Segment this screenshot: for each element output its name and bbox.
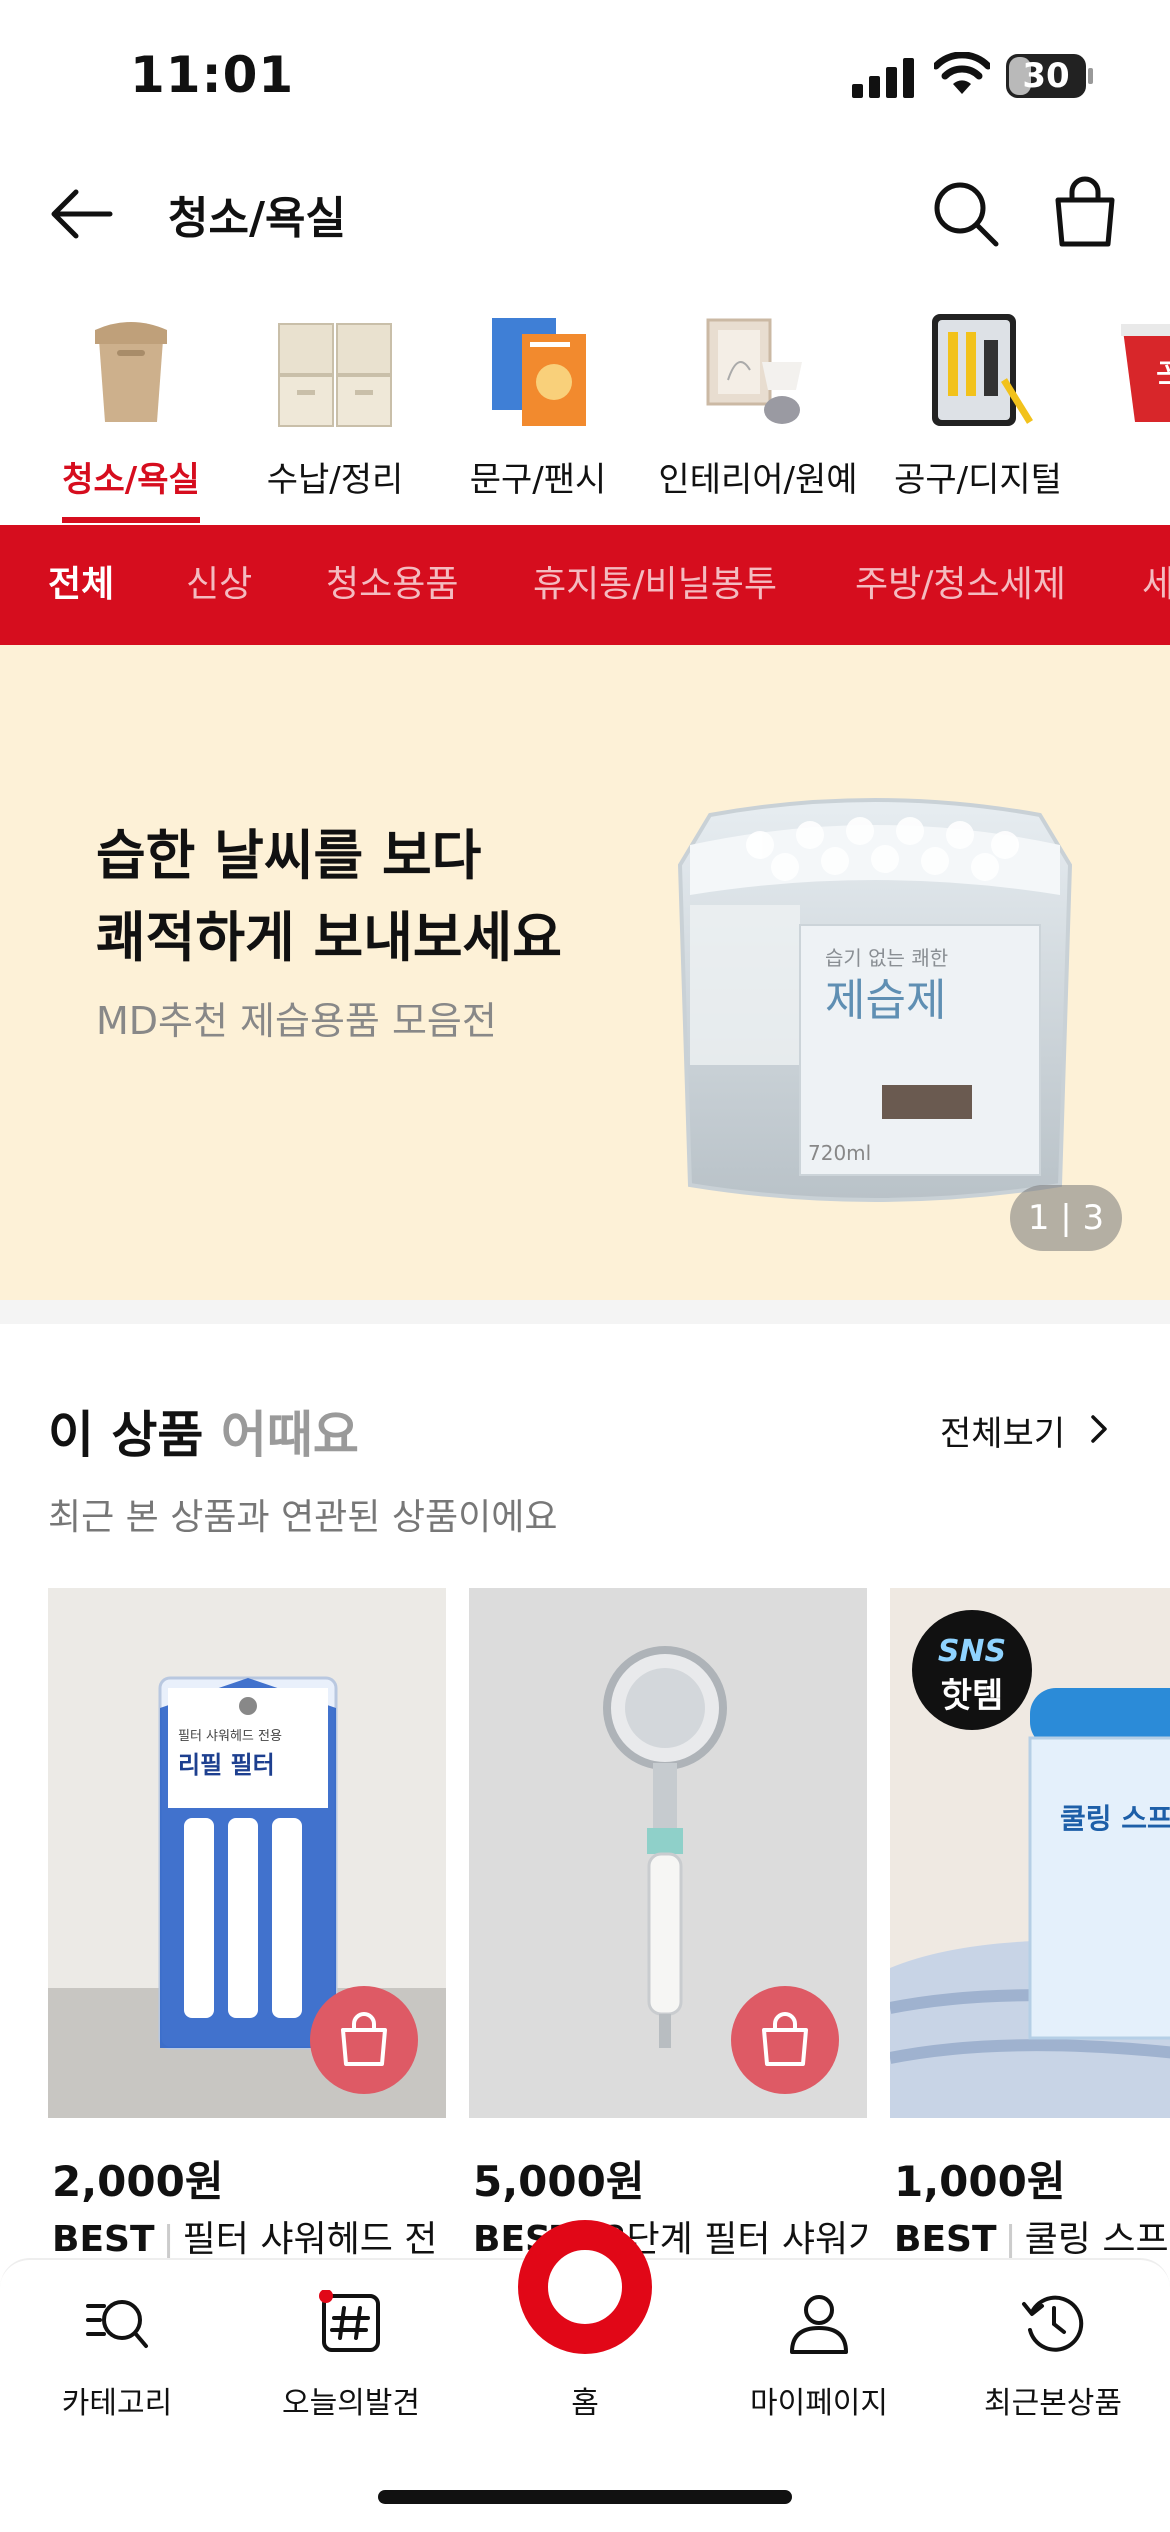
sns-hot-badge: SNS 핫템 bbox=[912, 1610, 1032, 1730]
toolkit-icon bbox=[932, 314, 1033, 426]
nav-category[interactable]: 카테고리 bbox=[0, 2260, 234, 2430]
tab-all[interactable]: 전체 bbox=[48, 525, 114, 645]
banner-title-line1: 습한 날씨를 보다 bbox=[96, 824, 482, 887]
product-meta: BEST | 필터 샤워헤드 전 bbox=[52, 2210, 452, 2262]
hashtag-icon bbox=[319, 2290, 380, 2352]
sns-badge-line2: 핫템 bbox=[940, 1676, 1004, 1716]
product-name: 3단계 필터 샤워기 bbox=[603, 2219, 873, 2260]
product-card[interactable]: 쿨링 스프레이 SNS 핫템 1,000원 BEST|쿨링 스프레 bbox=[890, 1588, 1170, 2268]
battery-percent: 30 bbox=[1022, 56, 1070, 96]
shopping-bag-icon[interactable] bbox=[1052, 176, 1118, 248]
product-price: 1,000원 bbox=[894, 2157, 1066, 2206]
product-card[interactable]: 필터 샤워헤드 전용 리필 필터 2,000원 BEST | 필터 샤워헤드 전 bbox=[48, 1588, 446, 2268]
storage-box-icon bbox=[278, 323, 392, 427]
category-cleaning-bath[interactable]: 청소/욕실 bbox=[62, 300, 200, 530]
add-to-cart-button[interactable] bbox=[731, 1986, 839, 2094]
product-name: 쿨링 스프레 bbox=[1024, 2219, 1170, 2260]
tab-more[interactable]: 세 bbox=[1142, 525, 1170, 645]
nav-my-page[interactable]: 마이페이지 bbox=[702, 2260, 936, 2430]
category-interior[interactable]: 인테리어/원예 bbox=[655, 300, 861, 530]
cellular-signal-icon bbox=[852, 58, 914, 98]
category-food[interactable]: 辛 식 bbox=[1115, 300, 1170, 530]
tab-detergent[interactable]: 주방/청소세제 bbox=[855, 525, 1066, 645]
shopping-bag-icon bbox=[762, 2012, 808, 2066]
category-label: 문구/팬시 bbox=[469, 460, 607, 500]
product-price: 2,000원 bbox=[52, 2157, 224, 2206]
product-name: 필터 샤워헤드 전 bbox=[182, 2219, 438, 2260]
shopping-bag-icon bbox=[341, 2012, 387, 2066]
category-tools-digital[interactable]: 공구/디지털 bbox=[893, 300, 1063, 530]
trash-bin-icon bbox=[95, 322, 167, 422]
category-stationery[interactable]: 문구/팬시 bbox=[468, 300, 608, 530]
chevron-right-icon[interactable] bbox=[1088, 1414, 1110, 1444]
subcategory-tabbar: 전체 신상 청소용품 휴지통/비닐봉투 주방/청소세제 세 bbox=[0, 525, 1170, 645]
best-badge: BEST bbox=[894, 2219, 997, 2260]
active-category-underline bbox=[62, 517, 200, 523]
category-label: 수납/정리 bbox=[266, 460, 404, 500]
section-divider bbox=[0, 1300, 1170, 1324]
package-text: 리필 필터 bbox=[178, 1751, 275, 1779]
divider: | bbox=[1004, 2219, 1017, 2260]
wifi-icon bbox=[934, 52, 990, 94]
nav-label: 홈 bbox=[571, 2386, 599, 2421]
view-all-link[interactable]: 전체보기 bbox=[940, 1406, 1065, 1455]
banner-product-sub: 습기 없는 쾌한 bbox=[825, 946, 948, 970]
ramen-cup-icon: 辛 bbox=[1121, 324, 1170, 422]
product-card[interactable]: 5,000원 BEST|3단계 필터 샤워기 bbox=[469, 1588, 873, 2268]
notebook-icon bbox=[492, 318, 586, 426]
banner-subtitle: MD추천 제습용품 모음전 bbox=[96, 999, 497, 1043]
page-title: 청소/욕실 bbox=[168, 193, 346, 244]
recommend-subtitle: 최근 본 상품과 연관된 상품이에요 bbox=[48, 1497, 558, 1538]
recommend-title: 이 상품 어때요 bbox=[48, 1395, 359, 1467]
sns-badge-line1: SNS bbox=[937, 1634, 1007, 1669]
search-icon[interactable] bbox=[930, 178, 1000, 248]
tab-new[interactable]: 신상 bbox=[186, 525, 252, 645]
category-search-icon bbox=[86, 2300, 148, 2348]
nav-label: 최근본상품 bbox=[984, 2386, 1122, 2421]
banner-title: 습한 날씨를 보다 쾌적하게 보내보세요 bbox=[96, 815, 562, 979]
svg-text:辛: 辛 bbox=[1155, 354, 1170, 400]
product-meta: BEST|쿨링 스프레 bbox=[894, 2210, 1170, 2262]
nav-label: 오늘의발견 bbox=[282, 2386, 420, 2421]
add-to-cart-button[interactable] bbox=[310, 1986, 418, 2094]
can-text: 쿨링 스프레이 bbox=[1060, 1802, 1170, 1835]
dehumidifier-product-image: 습기 없는 쾌한 제습제 720ml bbox=[677, 798, 1073, 1202]
banner-title-line2: 쾌적하게 보내보세요 bbox=[96, 906, 562, 969]
status-time: 11:01 bbox=[130, 46, 295, 104]
category-label: 공구/디지털 bbox=[894, 460, 1062, 500]
category-row: 청소/욕실 수납/정리 문구/팬시 인테리어/원예 공구/디지털 bbox=[0, 300, 1170, 530]
nav-today-discovery[interactable]: 오늘의발견 bbox=[234, 2260, 468, 2430]
divider: | bbox=[162, 2219, 175, 2260]
nav-recent-products[interactable]: 최근본상품 bbox=[936, 2260, 1170, 2430]
recommend-title-main: 이 상품 bbox=[48, 1406, 204, 1464]
back-arrow-icon[interactable] bbox=[48, 186, 114, 242]
category-storage[interactable]: 수납/정리 bbox=[265, 300, 405, 530]
status-bar: 11:01 30 bbox=[0, 0, 1170, 150]
tab-cleaning-supplies[interactable]: 청소용품 bbox=[326, 525, 458, 645]
banner-product-volume: 720ml bbox=[808, 1141, 871, 1165]
promo-banner[interactable]: 습한 날씨를 보다 쾌적하게 보내보세요 MD추천 제습용품 모음전 습기 없는… bbox=[0, 645, 1170, 1300]
best-badge: BEST bbox=[52, 2219, 155, 2260]
category-label: 인테리어/원예 bbox=[658, 460, 858, 500]
lamp-frame-icon bbox=[706, 318, 802, 424]
package-subtext: 필터 샤워헤드 전용 bbox=[178, 1729, 282, 1744]
banner-product-label: 제습제 bbox=[825, 975, 946, 1026]
category-label: 식 bbox=[1115, 452, 1170, 501]
category-label: 청소/욕실 bbox=[62, 460, 200, 500]
home-ring-icon[interactable] bbox=[518, 2220, 652, 2354]
nav-label: 마이페이지 bbox=[750, 2386, 888, 2421]
recommend-title-accent: 어때요 bbox=[203, 1406, 359, 1464]
banner-pager: 1 | 3 bbox=[1010, 1185, 1122, 1251]
nav-label: 카테고리 bbox=[61, 2386, 173, 2421]
history-icon bbox=[1022, 2295, 1084, 2352]
tab-trash-bags[interactable]: 휴지통/비닐봉투 bbox=[533, 525, 777, 645]
product-price: 5,000원 bbox=[473, 2157, 645, 2206]
home-indicator bbox=[378, 2490, 792, 2504]
header: 청소/욕실 bbox=[0, 160, 1170, 270]
user-icon bbox=[790, 2295, 848, 2354]
product-carousel: 필터 샤워헤드 전용 리필 필터 2,000원 BEST|필터 샤워헤드 전 bbox=[0, 1588, 1170, 2268]
battery-icon: 30 bbox=[1006, 54, 1093, 98]
